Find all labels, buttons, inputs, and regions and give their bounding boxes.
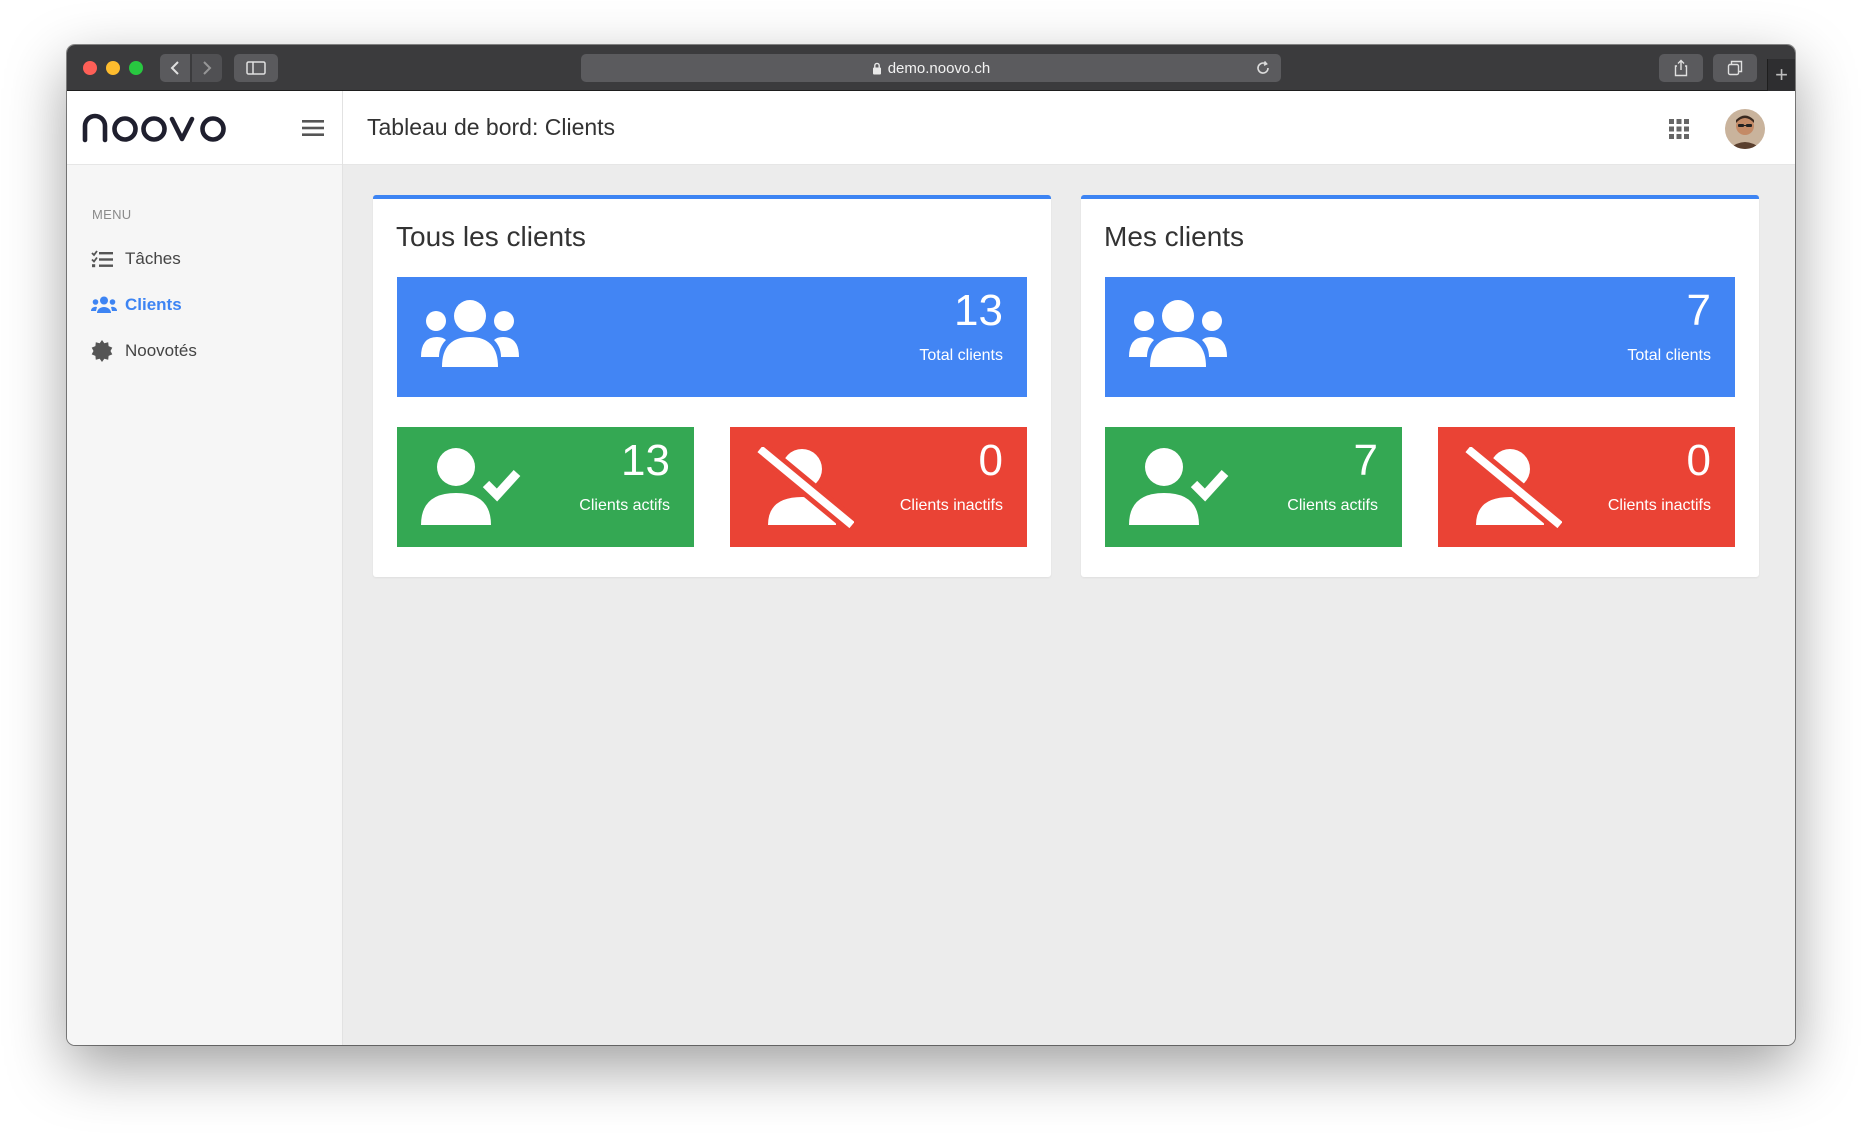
back-button[interactable] [160, 54, 190, 82]
minimize-window-button[interactable] [106, 61, 120, 75]
all-clients-card: Tous les clients 13 Total clients 13 Cli… [373, 195, 1051, 577]
active-clients-label: Clients actifs [579, 497, 670, 514]
share-button[interactable] [1659, 54, 1703, 82]
user-slash-icon [754, 447, 854, 531]
my-clients-card: Mes clients 7 Total clients 7 Clients ac… [1081, 195, 1759, 577]
active-clients-label: Clients actifs [1287, 497, 1378, 514]
card-title: Mes clients [1104, 221, 1245, 252]
sidebar-item-label: Noovotés [125, 341, 197, 360]
close-window-button[interactable] [83, 61, 97, 75]
share-icon [1674, 59, 1688, 77]
active-clients-tile[interactable]: 13 Clients actifs [397, 427, 694, 547]
active-clients-tile[interactable]: 7 Clients actifs [1105, 427, 1402, 547]
total-clients-count: 13 [954, 286, 1003, 335]
menu-section-label: MENU [92, 207, 132, 222]
total-clients-label: Total clients [1627, 347, 1711, 364]
app-root: noovo MENU Tâches [67, 91, 1795, 1045]
new-tab-button[interactable]: + [1767, 59, 1795, 91]
total-clients-tile[interactable]: 13 Total clients [397, 277, 1027, 397]
noovo-logo[interactable]: noovo [82, 113, 232, 143]
card-title: Tous les clients [396, 221, 586, 252]
user-check-icon [1129, 448, 1229, 525]
url-text: demo.noovo.ch [887, 59, 991, 77]
active-clients-count: 13 [621, 436, 670, 485]
plus-icon: + [1775, 62, 1788, 87]
sidebar-item-noovotes[interactable]: Noovotés [67, 328, 342, 374]
tasks-list-icon [91, 250, 117, 268]
address-bar[interactable]: demo.noovo.ch [581, 54, 1281, 82]
inactive-clients-count: 0 [1686, 436, 1711, 485]
inactive-clients-tile[interactable]: 0 Clients inactifs [730, 427, 1027, 547]
sidebar-item-label: Clients [125, 295, 182, 314]
chevron-left-icon [170, 61, 179, 75]
total-clients-label: Total clients [919, 347, 1003, 364]
sidebar-icon [246, 61, 266, 75]
sidebar-item-label: Tâches [125, 249, 181, 268]
users-icon [421, 300, 519, 367]
inactive-clients-label: Clients inactifs [1607, 497, 1711, 514]
browser-window: demo.noovo.ch + noovo [67, 45, 1795, 1045]
tabs-icon [1727, 60, 1743, 76]
sidebar-item-clients[interactable]: Clients [67, 282, 342, 328]
total-clients-count: 7 [1686, 286, 1711, 335]
avatar-icon [1725, 109, 1765, 149]
main-content: Tous les clients 13 Total clients 13 Cli… [343, 165, 1795, 1045]
inactive-clients-tile[interactable]: 0 Clients inactifs [1438, 427, 1735, 547]
user-slash-icon [1462, 447, 1562, 531]
history-nav [160, 54, 222, 82]
forward-button[interactable] [192, 54, 222, 82]
user-avatar[interactable] [1725, 109, 1765, 149]
sidebar-toggle-button[interactable] [234, 54, 278, 82]
total-clients-tile[interactable]: 7 Total clients [1105, 277, 1735, 397]
chevron-right-icon [203, 61, 212, 75]
page-title: Tableau de bord: Clients [367, 114, 616, 140]
sidebar-item-taches[interactable]: Tâches [67, 236, 342, 282]
maximize-window-button[interactable] [129, 61, 143, 75]
hamburger-menu-icon[interactable] [302, 119, 324, 137]
top-header: Tableau de bord: Clients [343, 91, 1795, 165]
users-icon [1129, 300, 1227, 367]
inactive-clients-count: 0 [978, 436, 1003, 485]
tabs-overview-button[interactable] [1713, 54, 1757, 82]
sidebar: noovo MENU Tâches [67, 91, 343, 1045]
users-icon [91, 296, 117, 314]
apps-grid-icon[interactable] [1669, 119, 1689, 139]
reload-icon[interactable] [1255, 60, 1271, 76]
lock-icon [872, 62, 881, 74]
badge-icon [91, 340, 117, 362]
brand-bar: noovo [67, 91, 342, 165]
active-clients-count: 7 [1353, 436, 1378, 485]
user-check-icon [421, 448, 521, 525]
inactive-clients-label: Clients inactifs [899, 497, 1003, 514]
browser-toolbar: demo.noovo.ch + [67, 45, 1795, 91]
